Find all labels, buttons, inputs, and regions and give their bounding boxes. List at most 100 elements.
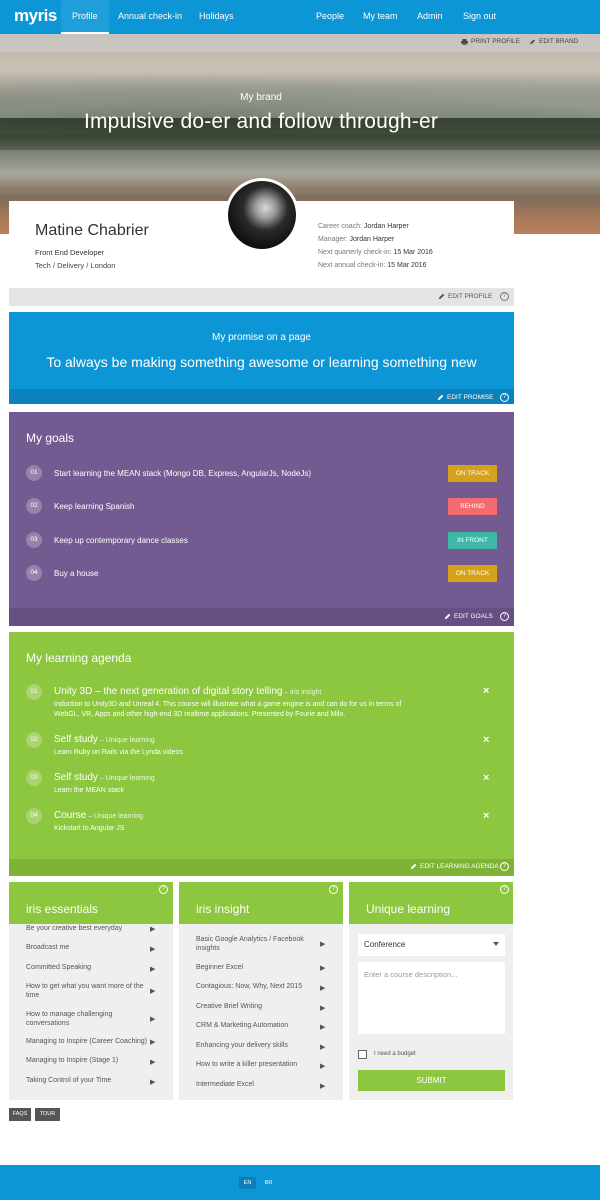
agenda-item-desc: Induction to Unity3D and Unreal 4. This … bbox=[54, 701, 402, 708]
goal-number: 04 bbox=[26, 565, 42, 581]
chevron-right-icon: ▶ bbox=[150, 1016, 156, 1023]
list-item[interactable]: Creative Brief Writing bbox=[196, 1003, 314, 1012]
career-coach: Career coach: Jordan Harper bbox=[318, 223, 409, 230]
list-item[interactable]: Basic Google Analytics / Facebook insigh… bbox=[196, 936, 314, 953]
agenda-item-desc: WebGL, VR, Apps and other high-end 3D re… bbox=[54, 711, 346, 718]
agenda-item-title: Self study – Unique learning bbox=[54, 734, 155, 745]
list-item[interactable]: How to manage challenging conversations bbox=[26, 1011, 144, 1028]
status-badge[interactable]: BEHIND bbox=[448, 498, 497, 515]
unique-learning-title: Unique learning bbox=[366, 902, 451, 916]
budget-label: I need a budget bbox=[374, 1051, 416, 1057]
chevron-right-icon: ▶ bbox=[150, 946, 156, 953]
nav-admin[interactable]: Admin bbox=[417, 0, 443, 34]
agenda-number: 03 bbox=[26, 770, 42, 786]
agenda-item-title: Self study – Unique learning bbox=[54, 772, 155, 783]
edit-profile-label: EDIT PROFILE bbox=[448, 293, 493, 300]
close-icon[interactable]: × bbox=[483, 685, 489, 697]
chevron-right-icon: ▶ bbox=[320, 1024, 326, 1031]
agenda-item-desc: Learn the MEAN stack bbox=[54, 787, 125, 794]
list-item[interactable]: Be your creative best everyday bbox=[26, 925, 144, 934]
edit-goals-button[interactable]: EDIT GOALS bbox=[444, 613, 493, 620]
list-item[interactable]: Broadcast me bbox=[26, 944, 144, 953]
chevron-right-icon: ▶ bbox=[320, 965, 326, 972]
status-badge[interactable]: IN FRONT bbox=[448, 532, 497, 549]
help-icon[interactable]: ? bbox=[500, 393, 509, 402]
pencil-icon bbox=[444, 613, 451, 620]
list-item[interactable]: Contagious: Now, Why, Next 2015 bbox=[196, 983, 318, 992]
help-icon[interactable]: ? bbox=[500, 292, 509, 301]
chevron-right-icon: ▶ bbox=[150, 966, 156, 973]
status-badge[interactable]: ON TRACK bbox=[448, 565, 497, 582]
chevron-right-icon: ▶ bbox=[150, 988, 156, 995]
nav-sign-out[interactable]: Sign out bbox=[463, 0, 496, 34]
print-profile-button[interactable]: PRINT PROFILE bbox=[461, 38, 520, 45]
agenda-item-desc: Kickstart to Angular JS bbox=[54, 825, 125, 832]
list-item[interactable]: How to get what you want more of the tim… bbox=[26, 983, 144, 1000]
list-item[interactable]: Taking Control of your Time bbox=[26, 1077, 144, 1086]
edit-profile-button[interactable]: EDIT PROFILE bbox=[438, 293, 492, 300]
list-item[interactable]: Intermediate Excel bbox=[196, 1081, 314, 1090]
promise-text: To always be making something awesome or… bbox=[46, 354, 477, 370]
logo[interactable]: myris bbox=[14, 6, 57, 26]
brand-label: My brand bbox=[240, 92, 282, 103]
close-icon[interactable]: × bbox=[483, 734, 489, 746]
help-icon[interactable]: ? bbox=[500, 612, 509, 621]
agenda-title: My learning agenda bbox=[26, 651, 132, 665]
language-br[interactable]: BR bbox=[260, 1177, 277, 1189]
close-icon[interactable]: × bbox=[483, 810, 489, 822]
help-icon[interactable]: ? bbox=[500, 862, 509, 871]
printer-icon bbox=[461, 38, 468, 45]
chevron-right-icon: ▶ bbox=[320, 985, 326, 992]
close-icon[interactable]: × bbox=[483, 772, 489, 784]
list-item[interactable]: Managing to Inspire (Career Coaching) bbox=[26, 1038, 150, 1047]
tour-button[interactable]: TOUR bbox=[35, 1108, 60, 1121]
agenda-item-title: Course – Unique learning bbox=[54, 810, 144, 821]
budget-checkbox[interactable] bbox=[358, 1050, 367, 1059]
course-description-input[interactable]: Enter a course description... bbox=[358, 962, 505, 1034]
avatar bbox=[225, 178, 299, 252]
goals-title: My goals bbox=[26, 431, 75, 445]
hero-water bbox=[0, 150, 600, 190]
language-en[interactable]: EN bbox=[239, 1177, 256, 1189]
list-item[interactable]: Committed Speaking bbox=[26, 964, 144, 973]
edit-learning-agenda-button[interactable]: EDIT LEARNING AGENDA bbox=[410, 863, 499, 870]
chevron-right-icon: ▶ bbox=[320, 1005, 326, 1012]
status-badge[interactable]: ON TRACK bbox=[448, 465, 497, 482]
edit-brand-button[interactable]: EDIT BRAND bbox=[529, 38, 578, 45]
top-nav: myris Profile Annual check-in Holidays P… bbox=[0, 0, 600, 34]
help-icon[interactable]: ? bbox=[329, 885, 338, 894]
agenda-item-desc: Learn Ruby on Rails via the Lynda videos bbox=[54, 749, 183, 756]
nav-my-team[interactable]: My team bbox=[363, 0, 398, 34]
print-profile-label: PRINT PROFILE bbox=[471, 38, 521, 45]
list-item[interactable]: Managing to Inspire (Stage 1) bbox=[26, 1057, 144, 1066]
nav-holidays[interactable]: Holidays bbox=[199, 0, 234, 34]
agenda-number: 04 bbox=[26, 808, 42, 824]
goal-number: 03 bbox=[26, 532, 42, 548]
faqs-button[interactable]: FAQS bbox=[9, 1108, 31, 1121]
list-item[interactable]: CRM & Marketing Automation bbox=[196, 1022, 314, 1031]
edit-learning-agenda-label: EDIT LEARNING AGENDA bbox=[420, 863, 499, 870]
goal-number: 01 bbox=[26, 465, 42, 481]
iris-insight-title: iris insight bbox=[196, 902, 250, 916]
nav-profile[interactable]: Profile bbox=[61, 0, 109, 34]
chevron-right-icon: ▶ bbox=[150, 1079, 156, 1086]
goal-number: 02 bbox=[26, 498, 42, 514]
avatar-photo bbox=[228, 181, 296, 249]
list-item[interactable]: Enhancing your delivery skills bbox=[196, 1042, 314, 1051]
edit-promise-label: EDIT PROMISE bbox=[447, 394, 494, 401]
course-type-select[interactable]: Conference bbox=[358, 934, 505, 956]
edit-goals-label: EDIT GOALS bbox=[454, 613, 493, 620]
nav-people[interactable]: People bbox=[316, 0, 344, 34]
brand-title: Impulsive do-er and follow through-er bbox=[83, 110, 439, 133]
help-icon[interactable]: ? bbox=[159, 885, 168, 894]
edit-brand-label: EDIT BRAND bbox=[539, 38, 579, 45]
list-item[interactable]: How to write a killer presentation bbox=[196, 1061, 316, 1070]
nav-annual-check-in[interactable]: Annual check-in bbox=[118, 0, 182, 34]
iris-essentials-title: iris essentials bbox=[26, 902, 99, 916]
list-item[interactable]: Beginner Excel bbox=[196, 964, 314, 973]
edit-promise-button[interactable]: EDIT PROMISE bbox=[437, 394, 493, 401]
help-icon[interactable]: ? bbox=[500, 885, 509, 894]
submit-button[interactable]: SUBMIT bbox=[358, 1070, 505, 1091]
next-quarterly-check-in: Next quarterly check-in: 15 Mar 2016 bbox=[318, 249, 433, 256]
pencil-icon bbox=[437, 394, 444, 401]
